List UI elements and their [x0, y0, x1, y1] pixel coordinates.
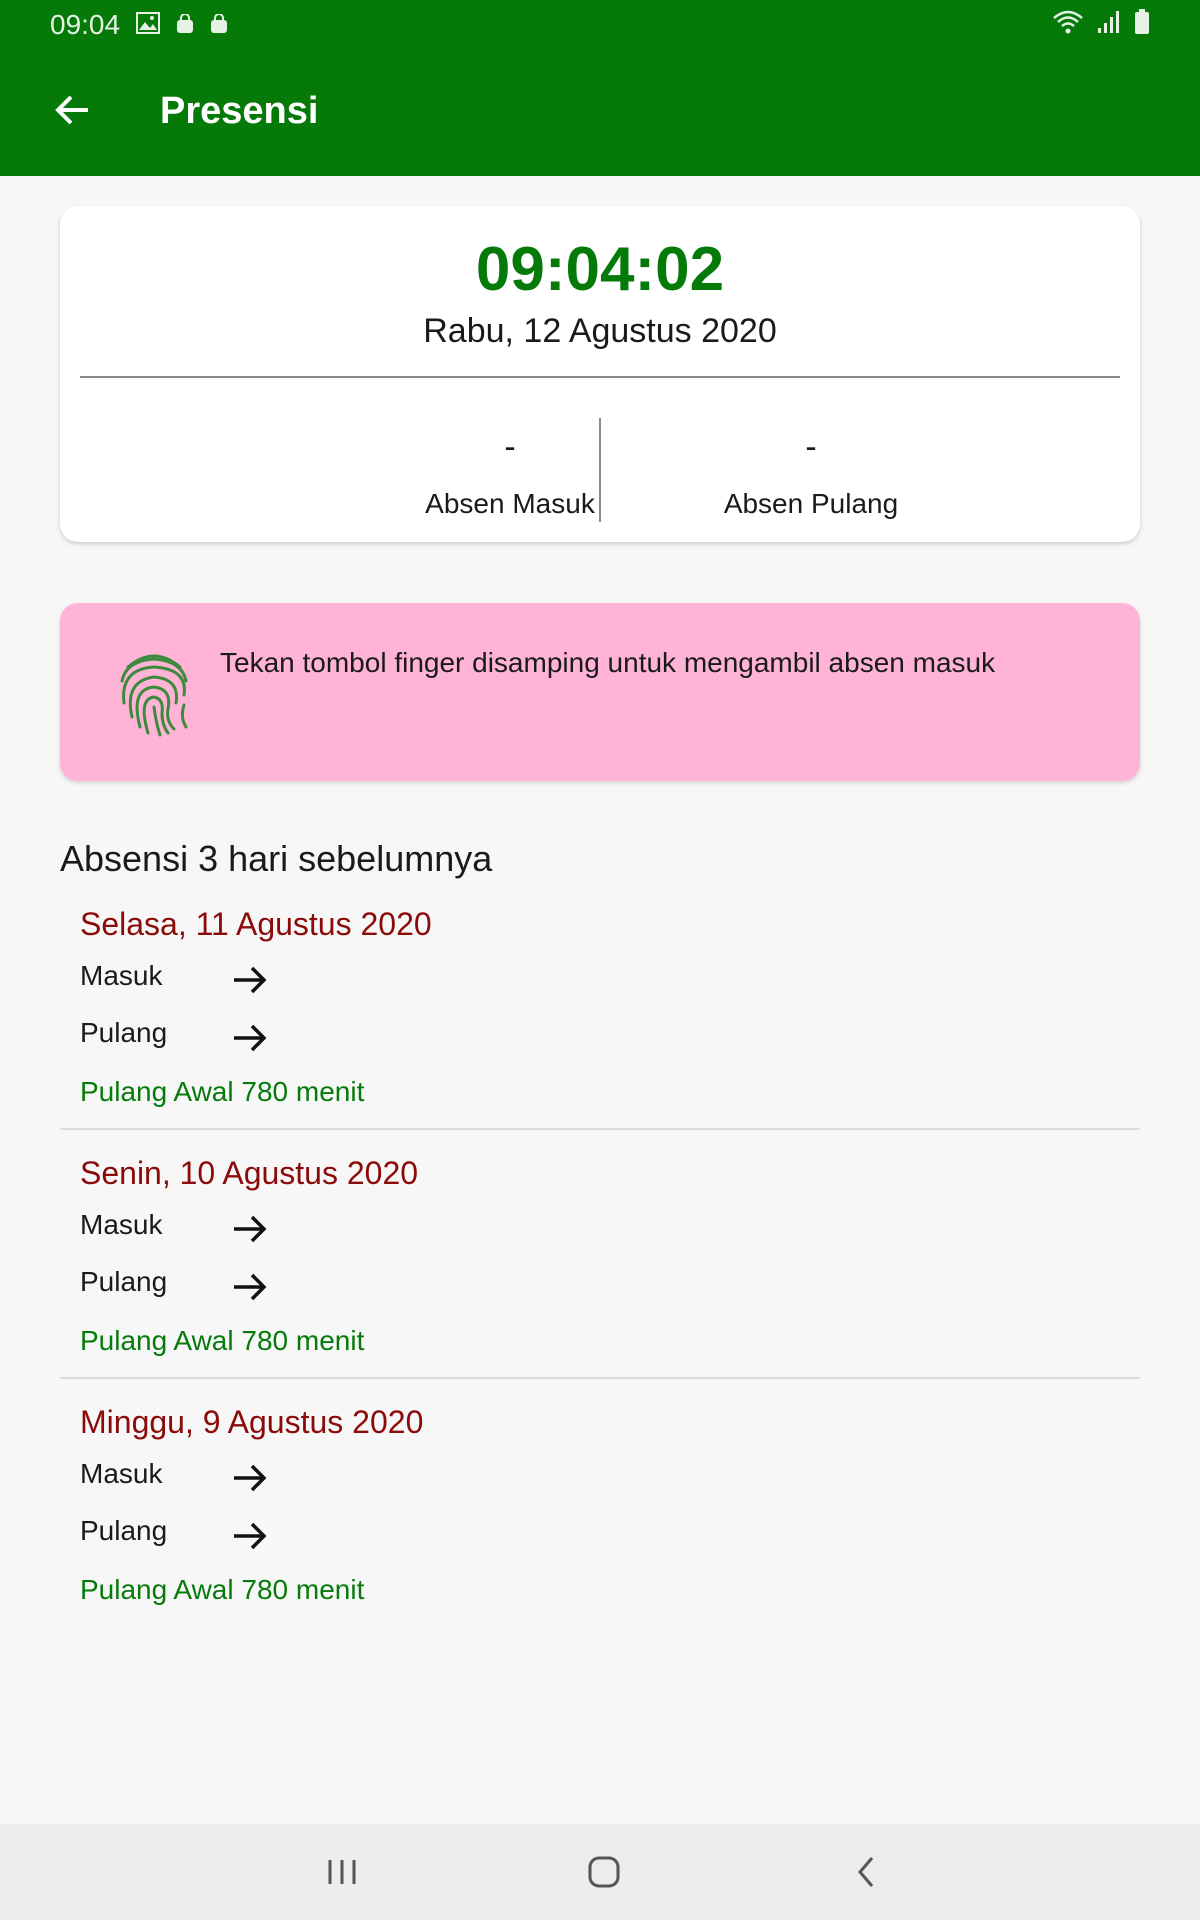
absen-pulang-value: - — [805, 428, 817, 466]
absen-pulang-label: Absen Pulang — [723, 488, 899, 519]
absen-masuk: - Absen Masuk — [360, 428, 660, 520]
current-date: Rabu, 12 Agustus 2020 — [423, 312, 777, 350]
status-bar: 09:04 — [0, 0, 1200, 50]
arrow-right-icon — [230, 960, 270, 1000]
wifi-icon — [1052, 9, 1084, 42]
arrow-right-icon — [230, 1516, 270, 1556]
attendance-day: Minggu, 9 Agustus 2020 Masuk Pulang Pula… — [60, 1378, 1140, 1627]
attendance-day: Selasa, 11 Agustus 2020 Masuk Pulang Pul… — [60, 880, 1140, 1130]
pulang-label: Pulang — [80, 1017, 168, 1048]
absen-pulang: - Absen Pulang — [661, 428, 961, 520]
fingerprint-icon — [114, 647, 194, 737]
day-note: Pulang Awal 780 menit — [80, 1574, 365, 1605]
masuk-label: Masuk — [80, 1209, 163, 1240]
app-bar: Presensi — [0, 60, 1200, 170]
current-time: 09:04:02 — [475, 235, 725, 304]
battery-icon — [1134, 8, 1150, 42]
day-note: Pulang Awal 780 menit — [80, 1325, 365, 1356]
finger-instruction-text: Tekan tombol finger disamping untuk meng… — [220, 647, 996, 678]
masuk-label: Masuk — [80, 960, 163, 991]
arrow-right-icon — [230, 1209, 270, 1249]
day-note: Pulang Awal 780 menit — [80, 1076, 365, 1107]
signal-icon — [1096, 9, 1122, 41]
status-left: 09:04 — [50, 9, 228, 41]
app-header: 09:04 Presensi — [0, 0, 1200, 176]
pulang-label: Pulang — [80, 1515, 168, 1546]
arrow-right-icon — [230, 1018, 270, 1058]
absen-masuk-label: Absen Masuk — [425, 488, 595, 519]
day-date: Minggu, 9 Agustus 2020 — [80, 1404, 424, 1440]
arrow-left-icon[interactable] — [52, 90, 92, 130]
divider — [80, 376, 1120, 378]
status-right — [1052, 8, 1150, 42]
home-icon[interactable] — [580, 1848, 628, 1896]
absen-masuk-value: - — [504, 428, 516, 466]
bag-icon — [210, 9, 228, 41]
arrow-right-icon — [230, 1458, 270, 1498]
history-title: Absensi 3 hari sebelumnya — [60, 838, 493, 879]
recent-apps-icon[interactable] — [318, 1848, 366, 1896]
back-icon[interactable] — [842, 1848, 890, 1896]
attendance-day: Senin, 10 Agustus 2020 Masuk Pulang Pula… — [60, 1129, 1140, 1379]
status-time: 09:04 — [50, 9, 121, 40]
day-date: Selasa, 11 Agustus 2020 — [80, 906, 432, 942]
finger-instruction-banner: Tekan tombol finger disamping untuk meng… — [60, 603, 1140, 781]
page-title: Presensi — [160, 90, 319, 132]
pulang-label: Pulang — [80, 1266, 168, 1297]
image-icon — [136, 9, 161, 41]
bag-icon — [176, 9, 194, 41]
day-date: Senin, 10 Agustus 2020 — [80, 1155, 419, 1191]
clock-card: 09:04:02 Rabu, 12 Agustus 2020 - Absen M… — [60, 206, 1140, 542]
masuk-label: Masuk — [80, 1458, 163, 1489]
navigation-bar — [0, 1824, 1200, 1920]
arrow-right-icon — [230, 1267, 270, 1307]
